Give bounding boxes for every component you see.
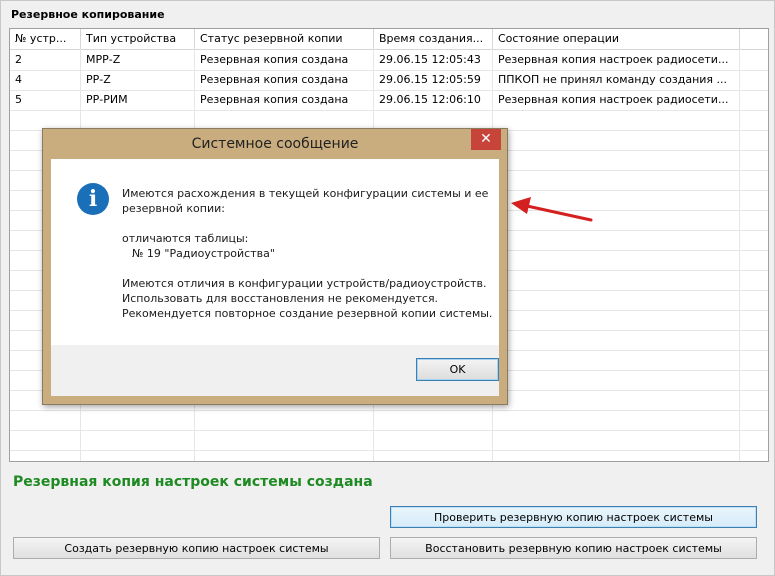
cell-backup-status: Резервная копия создана [195,70,374,90]
table-row[interactable]: 5 РР-РИМ Резервная копия создана 29.06.1… [10,90,768,111]
dialog-footer: OK [51,345,499,396]
restore-backup-button[interactable]: Восстановить резервную копию настроек си… [390,537,757,559]
dialog-message-line: № 19 "Радиоустройства" [132,247,275,260]
cell-created-time: 29.06.15 12:06:10 [374,90,493,110]
cell-device-number: 5 [10,90,81,110]
table-header: № устр... Тип устройства Статус резервно… [10,29,768,50]
column-header-created-time[interactable]: Время создания... [374,29,493,49]
cell-device-number: 2 [10,50,81,70]
column-header-device-number[interactable]: № устр... [10,29,81,49]
cell-device-type: РР-РИМ [81,90,195,110]
column-divider [739,49,740,461]
cell-operation-state: Резервная копия настроек радиосети... [493,50,740,70]
dialog-message-line: отличаются таблицы: [122,232,249,245]
annotation-arrow-icon [511,197,593,222]
empty-row [10,410,768,431]
cell-operation-state: ППКОП не принял команду создания ... [493,70,740,90]
dialog-body: i Имеются расхождения в текущей конфигур… [51,159,499,345]
system-message-dialog: Системное сообщение ✕ i Имеются расхожде… [42,128,508,405]
check-backup-button[interactable]: Проверить резервную копию настроек систе… [390,506,757,528]
table-row[interactable]: 2 МРР-Z Резервная копия создана 29.06.15… [10,50,768,71]
dialog-message-line: Имеются расхождения в текущей конфигурац… [122,187,489,200]
column-header-device-type[interactable]: Тип устройства [81,29,195,49]
table-row[interactable]: 4 РР-Z Резервная копия создана 29.06.15 … [10,70,768,91]
cell-device-type: МРР-Z [81,50,195,70]
close-button[interactable]: ✕ [471,129,501,150]
status-message: Резервная копия настроек системы создана [13,474,373,490]
cell-operation-state: Резервная копия настроек радиосети... [493,90,740,110]
cell-device-number: 4 [10,70,81,90]
cell-created-time: 29.06.15 12:05:43 [374,50,493,70]
dialog-message-line: Имеются отличия в конфигурации устройств… [122,277,487,290]
cell-created-time: 29.06.15 12:05:59 [374,70,493,90]
dialog-message-line: резервной копии: [122,202,225,215]
dialog-message-line: Использовать для восстановления не реком… [122,292,439,305]
dialog-title[interactable]: Системное сообщение [43,129,507,157]
section-title: Резервное копирование [11,8,165,21]
info-icon: i [77,183,109,215]
create-backup-button[interactable]: Создать резервную копию настроек системы [13,537,380,559]
cell-device-type: РР-Z [81,70,195,90]
cell-backup-status: Резервная копия создана [195,50,374,70]
column-header-backup-status[interactable]: Статус резервной копии [195,29,374,49]
dialog-message-line: Рекомендуется повторное создание резервн… [122,307,493,320]
ok-button[interactable]: OK [416,358,499,381]
empty-row [10,430,768,451]
column-header-operation-state[interactable]: Состояние операции [493,29,740,49]
cell-backup-status: Резервная копия создана [195,90,374,110]
